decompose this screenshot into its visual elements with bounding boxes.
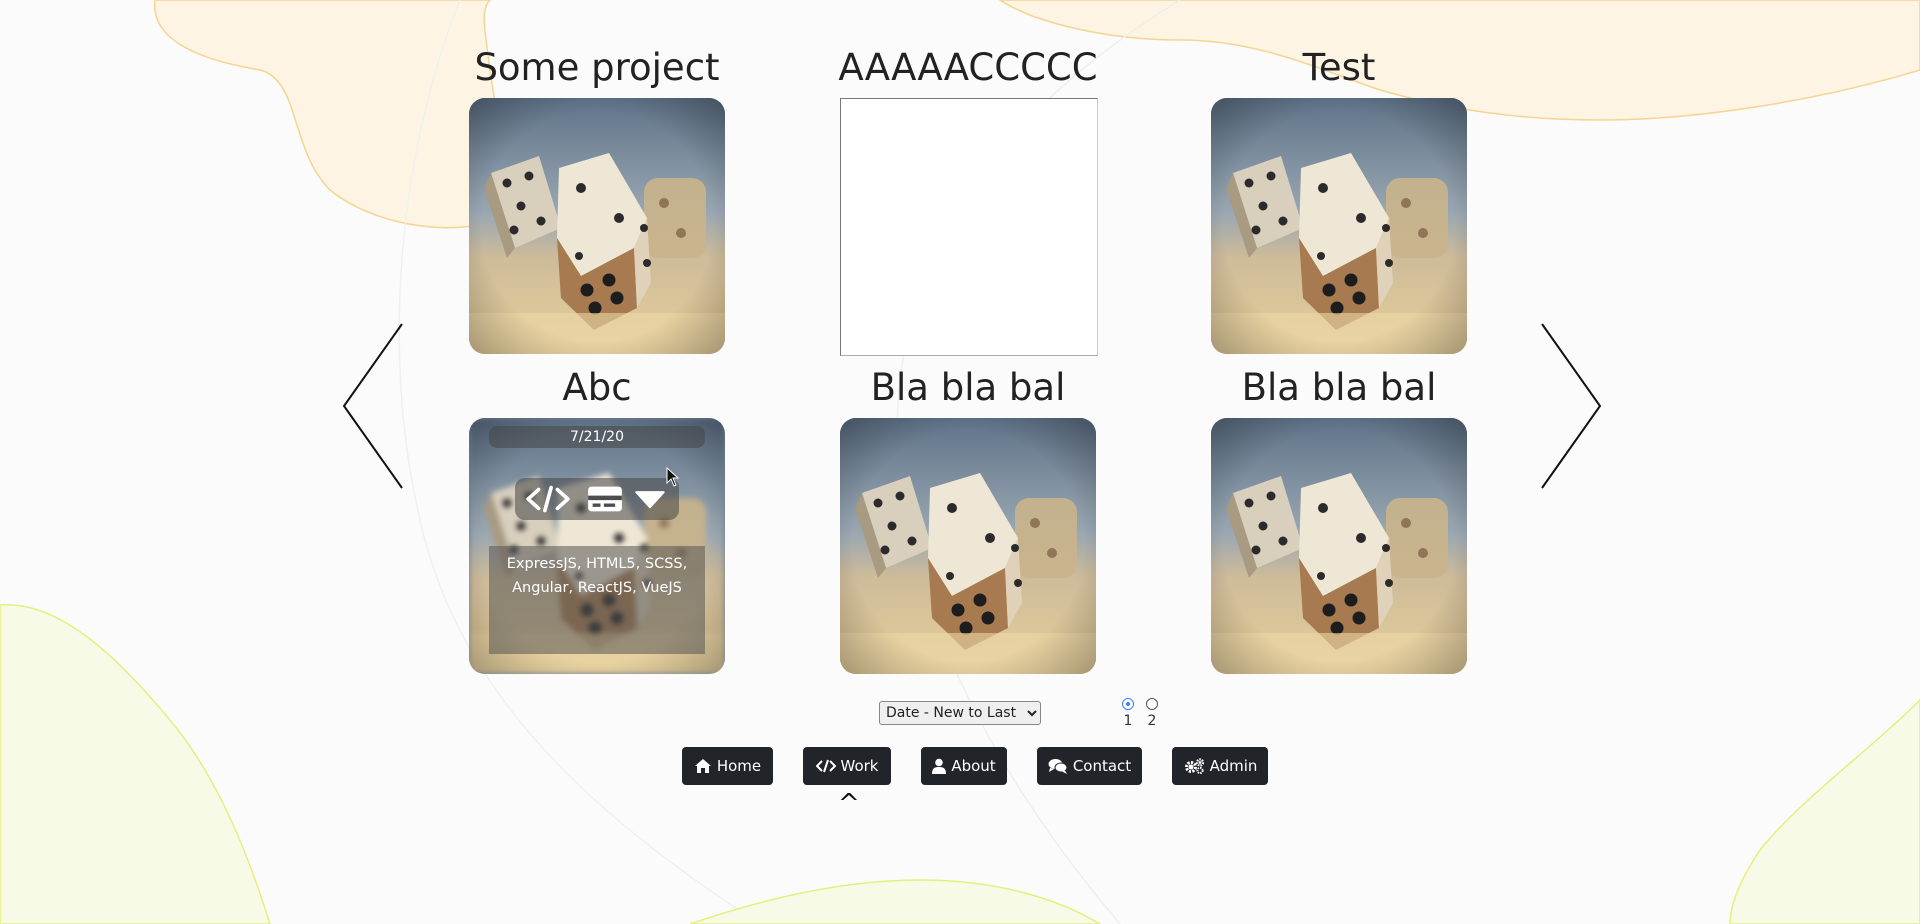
- dice-image: [1211, 418, 1467, 674]
- nav-label: Home: [716, 757, 762, 775]
- page-radio-2[interactable]: [1146, 698, 1158, 710]
- page-number: 2: [1147, 713, 1157, 729]
- project-title: Abc: [562, 366, 632, 409]
- project-actions: [515, 478, 679, 520]
- nav-label: About: [951, 757, 996, 775]
- code-icon: [815, 759, 836, 773]
- caret-down-icon[interactable]: [635, 484, 665, 514]
- project-overlay: 7/21/20 ExpressJS, HTML5, SCSS, Angular,…: [469, 418, 725, 674]
- page-number: 1: [1123, 713, 1133, 729]
- dice-image: [1211, 98, 1467, 354]
- project-image[interactable]: [840, 418, 1096, 674]
- project-image[interactable]: [1211, 418, 1467, 674]
- project-title: Some project: [474, 46, 720, 89]
- chevron-left-icon: [342, 323, 403, 489]
- previous-arrow-button[interactable]: [340, 322, 404, 490]
- nav-label: Work: [840, 757, 879, 775]
- chevron-right-icon: [1541, 323, 1602, 489]
- project-image[interactable]: [1211, 98, 1467, 354]
- work-page: Some project AAAAACCCCC Test Abc 7/21/20: [0, 0, 1920, 924]
- project-image[interactable]: [469, 98, 725, 354]
- dice-image: [469, 98, 725, 354]
- active-nav-marker: ^: [838, 789, 860, 819]
- nav-contact-button[interactable]: Contact: [1037, 747, 1142, 785]
- project-title: Bla bla bal: [1241, 366, 1437, 409]
- home-icon: [694, 759, 711, 773]
- project-title: AAAAACCCCC: [838, 46, 1098, 89]
- user-icon: [932, 758, 947, 774]
- project-image[interactable]: 7/21/20 ExpressJS, HTML5, SCSS, Angular,…: [469, 418, 725, 674]
- nav-label: Admin: [1209, 757, 1258, 775]
- card-icon[interactable]: [587, 484, 623, 514]
- project-tech-list: ExpressJS, HTML5, SCSS, Angular, ReactJS…: [489, 546, 705, 654]
- nav-label: Contact: [1072, 757, 1132, 775]
- project-image-placeholder[interactable]: [840, 98, 1098, 356]
- page-1-radio-group[interactable]: 1: [1122, 698, 1134, 729]
- mouse-cursor-icon: [666, 467, 680, 487]
- project-title: Test: [1302, 46, 1376, 89]
- page-radio-1[interactable]: [1122, 698, 1134, 710]
- nav-about-button[interactable]: About: [921, 747, 1007, 785]
- sort-select[interactable]: Date - New to Last: [879, 701, 1041, 725]
- next-arrow-button[interactable]: [1540, 322, 1604, 490]
- code-icon[interactable]: [525, 484, 571, 514]
- nav-work-button[interactable]: Work: [803, 747, 891, 785]
- comments-icon: [1048, 759, 1068, 774]
- dice-image: [840, 418, 1096, 674]
- nav-home-button[interactable]: Home: [682, 747, 773, 785]
- page-2-radio-group[interactable]: 2: [1146, 698, 1158, 729]
- cogs-icon: [1184, 758, 1204, 774]
- nav-admin-button[interactable]: Admin: [1172, 747, 1268, 785]
- project-title: Bla bla bal: [870, 366, 1066, 409]
